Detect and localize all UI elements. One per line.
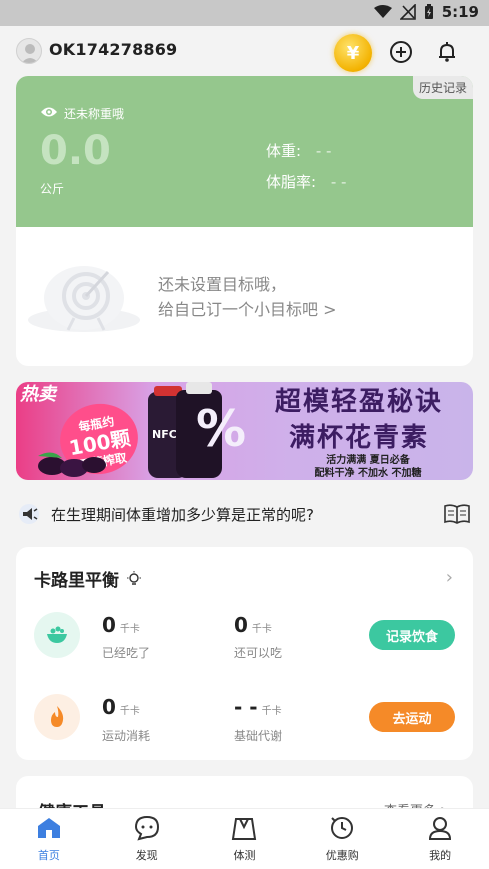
megaphone-icon bbox=[19, 504, 39, 524]
chat-icon bbox=[134, 815, 159, 841]
burned-value: 0 bbox=[102, 695, 116, 719]
go-exercise-button[interactable]: 去运动 bbox=[369, 702, 455, 732]
bottom-tab-bar: 首页 发现 体测 优惠购 我的 bbox=[0, 808, 489, 869]
lightbulb-icon bbox=[126, 571, 141, 585]
bodyfat-stat-value: - - bbox=[330, 173, 347, 191]
avatar[interactable] bbox=[16, 38, 42, 64]
tab-discover[interactable]: 发现 bbox=[98, 809, 196, 869]
battery-icon bbox=[424, 4, 433, 19]
add-circle-icon[interactable] bbox=[389, 40, 413, 64]
eye-icon[interactable] bbox=[40, 106, 58, 118]
tab-home-label: 首页 bbox=[37, 849, 60, 862]
bmr-unit: 千卡 bbox=[261, 706, 282, 717]
bodyfat-label: 体脂率: bbox=[266, 173, 317, 191]
hot-sale-label: 热卖 bbox=[20, 384, 56, 405]
calorie-detail-arrow-icon[interactable]: › bbox=[446, 567, 453, 588]
article-row[interactable]: 在生理期间体重增加多少算是正常的呢? bbox=[16, 500, 473, 528]
weight-card[interactable]: 历史记录 还未称重哦 0.0 公斤 体重: - - 体脂率: - - 还未设置目… bbox=[16, 76, 473, 366]
coupon-icon bbox=[331, 817, 354, 839]
bmr-value: - - bbox=[234, 695, 258, 719]
app-header: OK174278869 ⌄ ¥ bbox=[0, 26, 489, 78]
bell-icon[interactable] bbox=[435, 40, 459, 64]
tab-discover-label: 发现 bbox=[135, 849, 158, 862]
tab-deals[interactable]: 优惠购 bbox=[293, 809, 391, 869]
eaten-value: 0 bbox=[102, 613, 116, 637]
calorie-balance-card: 卡路里平衡 › 0 千卡 已经吃了 0 千卡 还可以吃 记录饮食 0 千卡 运动消耗 … bbox=[16, 547, 473, 760]
remaining-calories: 0 千卡 bbox=[234, 613, 272, 637]
bmr-label: 基础代谢 bbox=[234, 729, 283, 743]
burned-unit: 千卡 bbox=[119, 706, 140, 717]
goal-line-1: 还未设置目标哦， bbox=[158, 275, 287, 294]
mulberry-image bbox=[38, 452, 106, 477]
set-goal-link[interactable]: 还未设置目标哦， 给自己订一个小目标吧 > bbox=[158, 272, 337, 322]
bodyfat-stat: 体脂率: - - bbox=[266, 171, 346, 192]
tab-home[interactable]: 首页 bbox=[0, 809, 98, 869]
calorie-title-text: 卡路里平衡 bbox=[34, 571, 119, 591]
status-bar: 5:19 bbox=[0, 0, 489, 26]
weigh-status: 还未称重哦 bbox=[64, 107, 125, 121]
sub-line-1: 活力满满 夏日必备 bbox=[326, 455, 410, 466]
tab-mine-label: 我的 bbox=[429, 849, 452, 862]
no-signal-icon bbox=[399, 4, 416, 20]
burned-label: 运动消耗 bbox=[102, 729, 151, 743]
article-title[interactable]: 在生理期间体重增加多少算是正常的呢? bbox=[51, 504, 314, 525]
wifi-icon bbox=[373, 5, 392, 18]
remaining-unit: 千卡 bbox=[251, 624, 272, 635]
eaten-calories: 0 千卡 bbox=[102, 613, 140, 637]
calorie-title[interactable]: 卡路里平衡 bbox=[34, 566, 143, 591]
eaten-unit: 千卡 bbox=[119, 624, 140, 635]
weight-unit: 公斤 bbox=[40, 182, 65, 196]
record-food-button[interactable]: 记录饮食 bbox=[369, 620, 455, 650]
bottle-label: NFC bbox=[152, 428, 177, 441]
bmr-calories: - - 千卡 bbox=[234, 695, 282, 719]
chevron-down-icon[interactable]: ⌄ bbox=[166, 39, 178, 55]
weight-stat: 体重: - - bbox=[266, 140, 331, 161]
banner-headline: 超模轻盈秘诀 满杯花青素 bbox=[264, 384, 454, 456]
banner-subtext: 活力满满 夏日必备 配料干净 不加水 不加糖 bbox=[280, 454, 456, 480]
target-icon bbox=[28, 266, 140, 332]
sub-line-2: 配料干净 不加水 不加糖 bbox=[314, 468, 422, 479]
username[interactable]: OK174278869 bbox=[49, 40, 177, 59]
headline-line-1: 超模轻盈秘诀 bbox=[274, 387, 443, 417]
weight-stat-value: - - bbox=[315, 142, 332, 160]
book-icon[interactable] bbox=[443, 503, 471, 525]
tab-deals-label: 优惠购 bbox=[325, 849, 359, 862]
remaining-label: 还可以吃 bbox=[234, 646, 283, 660]
headline-line-2: 满杯花青素 bbox=[288, 423, 429, 453]
user-icon bbox=[429, 817, 452, 840]
history-button[interactable]: 历史记录 bbox=[412, 76, 473, 99]
default-avatar-icon bbox=[21, 44, 39, 63]
eaten-label: 已经吃了 bbox=[102, 646, 151, 660]
weight-label: 体重: bbox=[266, 142, 302, 160]
flame-icon bbox=[34, 694, 80, 740]
status-time: 5:19 bbox=[441, 3, 479, 21]
weight-value: 0.0 bbox=[40, 128, 111, 174]
food-icon bbox=[34, 612, 80, 658]
burned-calories: 0 千卡 bbox=[102, 695, 140, 719]
remaining-value: 0 bbox=[234, 613, 248, 637]
percent-decoration: % bbox=[196, 400, 247, 458]
tab-body-test-label: 体测 bbox=[233, 849, 256, 862]
tab-body-test[interactable]: 体测 bbox=[196, 809, 294, 869]
tab-mine[interactable]: 我的 bbox=[391, 809, 489, 869]
coin-icon[interactable]: ¥ bbox=[334, 34, 372, 72]
promo-banner[interactable]: 热卖 每瓶约 100颗 桑葚榨取 NFC % 超模轻盈秘诀 满杯花青素 活力满满… bbox=[16, 382, 473, 480]
weight-summary: 历史记录 还未称重哦 0.0 公斤 体重: - - 体脂率: - - bbox=[16, 76, 473, 227]
goal-line-2: 给自己订一个小目标吧 > bbox=[158, 300, 337, 319]
home-icon bbox=[37, 818, 60, 838]
body-scale-icon bbox=[232, 818, 257, 840]
